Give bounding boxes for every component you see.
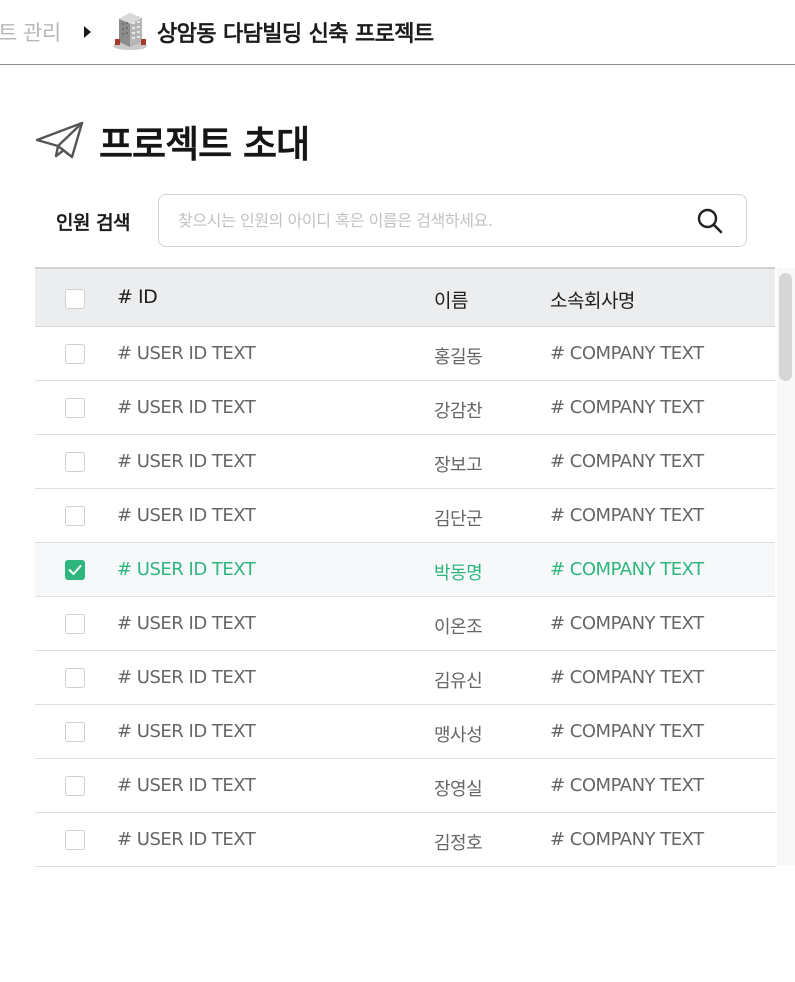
table-row-selected[interactable]: # USER ID TEXT 박동명 # COMPANY TEXT	[35, 543, 775, 597]
search-label: 인원 검색	[56, 212, 131, 234]
user-name-cell: 김유신	[434, 671, 483, 692]
select-all-checkbox[interactable]	[65, 289, 85, 309]
company-cell: # COMPANY TEXT	[550, 775, 704, 796]
building-icon	[113, 13, 147, 50]
row-checkbox[interactable]	[65, 830, 85, 850]
table-row[interactable]: # USER ID TEXT 장영실 # COMPANY TEXT	[35, 759, 775, 813]
user-id-cell: # USER ID TEXT	[117, 829, 256, 850]
company-cell: # COMPANY TEXT	[550, 613, 704, 634]
column-header-name[interactable]: 이름	[434, 286, 468, 313]
table-header: # ID 이름 소속회사명	[35, 269, 775, 327]
user-name-cell: 홍길동	[434, 347, 483, 368]
column-header-id[interactable]: # ID	[117, 286, 158, 308]
user-id-cell: # USER ID TEXT	[117, 451, 256, 472]
table-row[interactable]: # USER ID TEXT 장보고 # COMPANY TEXT	[35, 435, 775, 489]
company-cell: # COMPANY TEXT	[550, 667, 704, 688]
user-id-cell: # USER ID TEXT	[117, 775, 256, 796]
table-row[interactable]: # USER ID TEXT 이온조 # COMPANY TEXT	[35, 597, 775, 651]
company-cell: # COMPANY TEXT	[550, 829, 704, 850]
company-cell: # COMPANY TEXT	[550, 559, 704, 580]
table-row[interactable]: # USER ID TEXT 맹사성 # COMPANY TEXT	[35, 705, 775, 759]
user-name-cell: 이온조	[434, 617, 483, 638]
caret-right-icon	[84, 26, 91, 38]
user-name-cell: 장보고	[434, 455, 483, 476]
user-id-cell: # USER ID TEXT	[117, 613, 256, 634]
row-checkbox[interactable]	[65, 776, 85, 796]
user-name-cell: 김정호	[434, 833, 483, 854]
paper-plane-icon	[35, 121, 84, 159]
company-cell: # COMPANY TEXT	[550, 397, 704, 418]
page-title: 프로젝트 초대	[99, 123, 310, 166]
table-scrollbar[interactable]	[777, 268, 795, 865]
user-name-cell: 강감찬	[434, 401, 483, 422]
user-id-cell: # USER ID TEXT	[117, 505, 256, 526]
row-checkbox[interactable]	[65, 722, 85, 742]
breadcrumb-current: 상암동 다담빌딩 신축 프로젝트	[157, 22, 434, 47]
user-id-cell: # USER ID TEXT	[117, 559, 256, 580]
row-checkbox[interactable]	[65, 398, 85, 418]
user-name-cell: 장영실	[434, 779, 483, 800]
user-name-cell: 김단군	[434, 509, 483, 530]
user-table: # ID 이름 소속회사명 # USER ID TEXT 홍길동 # COMPA…	[35, 267, 775, 867]
column-header-company[interactable]: 소속회사명	[550, 286, 635, 313]
table-row[interactable]: # USER ID TEXT 김정호 # COMPANY TEXT	[35, 813, 775, 867]
user-name-cell: 맹사성	[434, 725, 483, 746]
row-checkbox[interactable]	[65, 452, 85, 472]
search-input[interactable]	[178, 195, 678, 246]
row-checkbox-checked[interactable]	[65, 560, 85, 580]
checkmark-icon	[68, 565, 82, 575]
search-field[interactable]	[158, 194, 747, 247]
company-cell: # COMPANY TEXT	[550, 451, 704, 472]
company-cell: # COMPANY TEXT	[550, 505, 704, 526]
company-cell: # COMPANY TEXT	[550, 721, 704, 742]
user-name-cell: 박동명	[434, 563, 483, 584]
table-row[interactable]: # USER ID TEXT 강감찬 # COMPANY TEXT	[35, 381, 775, 435]
table-row[interactable]: # USER ID TEXT 김단군 # COMPANY TEXT	[35, 489, 775, 543]
breadcrumb-previous[interactable]: 트 관리	[0, 17, 61, 47]
row-checkbox[interactable]	[65, 344, 85, 364]
user-id-cell: # USER ID TEXT	[117, 721, 256, 742]
table-row[interactable]: # USER ID TEXT 김유신 # COMPANY TEXT	[35, 651, 775, 705]
table-row[interactable]: # USER ID TEXT 홍길동 # COMPANY TEXT	[35, 327, 775, 381]
search-icon[interactable]	[696, 207, 724, 235]
user-id-cell: # USER ID TEXT	[117, 667, 256, 688]
user-id-cell: # USER ID TEXT	[117, 397, 256, 418]
row-checkbox[interactable]	[65, 506, 85, 526]
row-checkbox[interactable]	[65, 668, 85, 688]
top-bar: 트 관리 상암동 다담빌딩 신축 프로젝트	[0, 0, 795, 65]
company-cell: # COMPANY TEXT	[550, 343, 704, 364]
row-checkbox[interactable]	[65, 614, 85, 634]
scrollbar-thumb[interactable]	[779, 273, 792, 381]
user-id-cell: # USER ID TEXT	[117, 343, 256, 364]
